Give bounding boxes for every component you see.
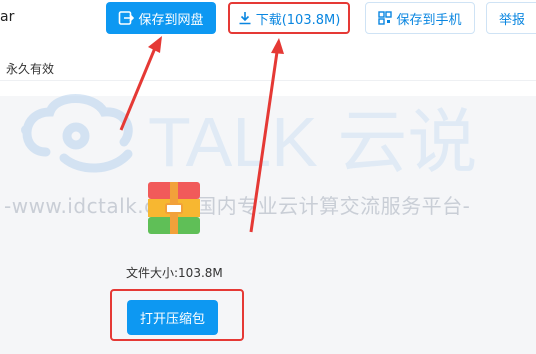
download-button[interactable]: 下载(103.8M) bbox=[228, 2, 350, 34]
report-button[interactable]: 举报 bbox=[486, 2, 536, 34]
download-label: 下载(103.8M) bbox=[255, 12, 341, 28]
watermark-dot bbox=[21, 125, 31, 135]
header-divider bbox=[0, 80, 536, 81]
report-label: 举报 bbox=[499, 12, 526, 28]
phone-grid-icon bbox=[378, 11, 393, 25]
cloud-logo-icon bbox=[22, 94, 133, 173]
save-icon bbox=[118, 10, 135, 26]
save-to-netdisk-label: 保存到网盘 bbox=[138, 12, 204, 28]
save-to-phone-label: 保存到手机 bbox=[396, 12, 462, 28]
save-to-phone-button[interactable]: 保存到手机 bbox=[365, 2, 475, 34]
save-to-netdisk-button[interactable]: 保存到网盘 bbox=[106, 2, 216, 34]
validity-label: 永久有效 bbox=[6, 62, 55, 76]
top-bar: ar 永久有效 保存到网盘 下载(103.8M) 保存到手机 举报 bbox=[0, 0, 536, 90]
archive-file-icon bbox=[148, 182, 200, 234]
file-size-label: 文件大小:103.8M bbox=[126, 266, 223, 280]
download-icon bbox=[238, 11, 252, 25]
watermark-logo: TALK 云说 bbox=[21, 94, 477, 181]
watermark-slogan: -www.idctalk.com-国内专业云计算交流服务平台- bbox=[4, 194, 471, 218]
watermark-brand: TALK 云说 bbox=[148, 103, 477, 181]
file-name: ar bbox=[0, 9, 15, 25]
open-archive-button[interactable]: 打开压缩包 bbox=[127, 300, 218, 335]
